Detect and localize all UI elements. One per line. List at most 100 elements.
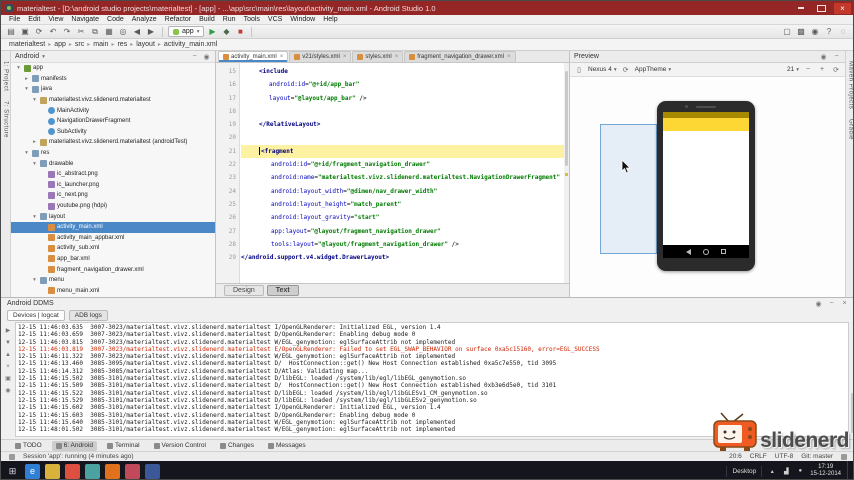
code-line-21[interactable]: <fragment <box>241 144 564 159</box>
tree-item-app[interactable]: ▾ app <box>11 63 215 74</box>
refresh-icon[interactable]: ⟳ <box>831 65 841 75</box>
taskbar-clock[interactable]: 17:19 15-12-2014 <box>810 464 841 478</box>
tool-window-button-changes[interactable]: Changes <box>216 441 258 451</box>
theme-select[interactable]: AppTheme ▾ <box>635 66 672 73</box>
tray-expand-icon[interactable]: ▴ <box>768 467 776 475</box>
tree-item-activity-main-appbar-xml[interactable]: activity_main_appbar.xml <box>11 233 215 244</box>
code-line-15[interactable]: <include <box>241 65 564 78</box>
menu-item-build[interactable]: Build <box>195 16 219 23</box>
tree-item-activity-sub-xml[interactable]: activity_sub.xml <box>11 243 215 254</box>
sync-icon[interactable]: ⟳ <box>33 26 45 38</box>
find-icon[interactable]: ◎ <box>117 26 129 38</box>
show-desktop-button[interactable] <box>847 461 851 479</box>
code-line-29[interactable]: </android.support.v4.widget.DrawerLayout… <box>241 251 564 264</box>
log-line-10[interactable]: 12-15 11:46:15.522 3085-3101/materialtes… <box>18 390 846 397</box>
run-icon[interactable]: ▶ <box>206 26 218 38</box>
tree-item-mainactivity[interactable]: MainActivity <box>11 105 215 116</box>
log-line-11[interactable]: 12-15 11:46:15.529 3085-3101/materialtes… <box>18 397 846 404</box>
tool-button-7-structure[interactable]: 7: Structure <box>3 101 9 138</box>
log-line-4[interactable]: 12-15 11:46:03.819 3007-3023/materialtes… <box>18 346 846 353</box>
lock-icon[interactable] <box>841 453 847 460</box>
tree-item-manifests[interactable]: ▸ manifests <box>11 74 215 85</box>
code-line-28[interactable]: tools:layout="@layout/fragment_navigatio… <box>241 238 564 251</box>
line-number[interactable]: 16 <box>216 78 236 91</box>
chevron-down-icon[interactable]: ▾ <box>15 65 22 71</box>
log-line-7[interactable]: 12-15 11:46:14.312 3085-3085/materialtes… <box>18 368 846 375</box>
tree-item-fragment-navigation-drawer-xml[interactable]: fragment_navigation_drawer.xml <box>11 264 215 275</box>
tool-window-button-terminal[interactable]: Terminal <box>103 441 144 451</box>
log-line-3[interactable]: 12-15 11:46:03.815 3007-3023/materialtes… <box>18 339 846 346</box>
vlc-icon[interactable] <box>105 463 120 479</box>
volume-icon[interactable]: ● <box>796 467 804 475</box>
tree-item-menu-main-xml[interactable]: menu_main.xml <box>11 285 215 296</box>
copy-icon[interactable]: ⧉ <box>89 26 101 38</box>
scroll-to-end-icon[interactable]: ▼ <box>4 338 13 347</box>
tree-item-java[interactable]: ▾ java <box>11 84 215 95</box>
menu-item-run[interactable]: Run <box>219 16 240 23</box>
selected-fragment-outline[interactable] <box>600 124 657 254</box>
toolwindow-toggle-icon[interactable] <box>9 453 15 460</box>
log-line-6[interactable]: 12-15 11:46:13.460 3085-3095/materialtes… <box>18 360 846 367</box>
device-screen[interactable] <box>663 112 749 258</box>
code-line-16[interactable]: android:id="@+id/app_bar" <box>241 78 564 91</box>
log-line-1[interactable]: 12-15 11:46:03.635 3007-3023/materialtes… <box>18 324 846 331</box>
device-select[interactable]: Nexus 4 ▾ <box>588 66 617 73</box>
menu-item-help[interactable]: Help <box>319 16 341 23</box>
settings-icon[interactable]: ◉ <box>819 52 828 61</box>
clear-logcat-icon[interactable]: × <box>4 362 13 371</box>
line-number[interactable]: 15 <box>216 65 236 78</box>
menu-item-refactor[interactable]: Refactor <box>161 16 195 23</box>
breadcrumb-item-activity-main-xml[interactable]: activity_main.xml <box>162 41 219 48</box>
log-line-8[interactable]: 12-15 11:46:15.502 3085-3101/materialtes… <box>18 375 846 382</box>
tool-window-button-messages[interactable]: Messages <box>264 441 310 451</box>
tree-item-activity-main-xml[interactable]: activity_main.xml <box>11 221 215 233</box>
menu-item-file[interactable]: File <box>5 16 24 23</box>
code-line-25[interactable]: android:layout_height="match_parent" <box>241 198 564 211</box>
code-line-19[interactable]: </RelativeLayout> <box>241 118 564 131</box>
phone-app-bar[interactable] <box>663 118 749 131</box>
code-line-26[interactable]: android:layout_gravity="start" <box>241 211 564 224</box>
menu-item-tools[interactable]: Tools <box>240 16 264 23</box>
editor-mode-tab-text[interactable]: Text <box>266 285 299 296</box>
line-number[interactable]: 23 <box>216 171 236 184</box>
line-number[interactable]: 17 <box>216 92 236 105</box>
tool-button-maven-projects[interactable]: Maven Projects <box>848 61 854 109</box>
stop-icon[interactable]: ■ <box>234 26 246 38</box>
scroll-up-icon[interactable]: ▲ <box>4 350 13 359</box>
api-level-select[interactable]: 21 ▾ <box>787 66 799 73</box>
avd-manager-icon[interactable]: ▢ <box>781 26 793 38</box>
line-number[interactable]: 18 <box>216 105 236 118</box>
tree-item-subactivity[interactable]: SubActivity <box>11 127 215 138</box>
tree-item-layout[interactable]: ▾ layout <box>11 211 215 222</box>
project-view-label[interactable]: Android <box>15 53 39 60</box>
editor-gutter[interactable]: 15 16 17 18 19 20 21 22 23 24 25 26 27 28 29 <box>216 63 240 283</box>
vcs-branch[interactable]: Git: master <box>801 453 833 460</box>
network-icon[interactable]: ▟ <box>782 467 790 475</box>
close-tab-icon[interactable]: × <box>395 54 399 60</box>
close-button[interactable]: × <box>834 2 851 14</box>
code-line-20[interactable] <box>241 131 564 144</box>
file-encoding[interactable]: UTF-8 <box>775 453 793 460</box>
undo-icon[interactable]: ↶ <box>47 26 59 38</box>
code-line-22[interactable]: android:id="@+id/fragment_navigation_dra… <box>241 158 564 171</box>
settings-icon[interactable]: ◉ <box>809 26 821 38</box>
zoom-out-icon[interactable]: − <box>803 65 813 75</box>
logcat-tab-devices-logcat[interactable]: Devices | logcat <box>7 310 65 321</box>
tree-item-navigationdrawerfragment[interactable]: NavigationDrawerFragment <box>11 116 215 127</box>
line-number[interactable]: 24 <box>216 185 236 198</box>
start-button[interactable]: ⊞ <box>5 464 20 479</box>
menu-item-edit[interactable]: Edit <box>24 16 44 23</box>
code-line-18[interactable] <box>241 105 564 118</box>
log-line-2[interactable]: 12-15 11:46:03.659 3007-3023/materialtes… <box>18 331 846 338</box>
menu-item-code[interactable]: Code <box>103 16 128 23</box>
line-number[interactable]: 27 <box>216 225 236 238</box>
breadcrumb-item-src[interactable]: src <box>73 41 86 48</box>
close-panel-icon[interactable]: × <box>840 299 849 308</box>
run-configuration-select[interactable]: app ▾ <box>168 26 205 37</box>
code-line-17[interactable]: layout="@layout/app_bar" /> <box>241 92 564 105</box>
editor-mode-tab-design[interactable]: Design <box>224 285 264 296</box>
line-number[interactable]: 20 <box>216 131 236 144</box>
media-player-icon[interactable] <box>145 463 160 479</box>
forward-icon[interactable]: ▶ <box>145 26 157 38</box>
menu-item-navigate[interactable]: Navigate <box>67 16 103 23</box>
